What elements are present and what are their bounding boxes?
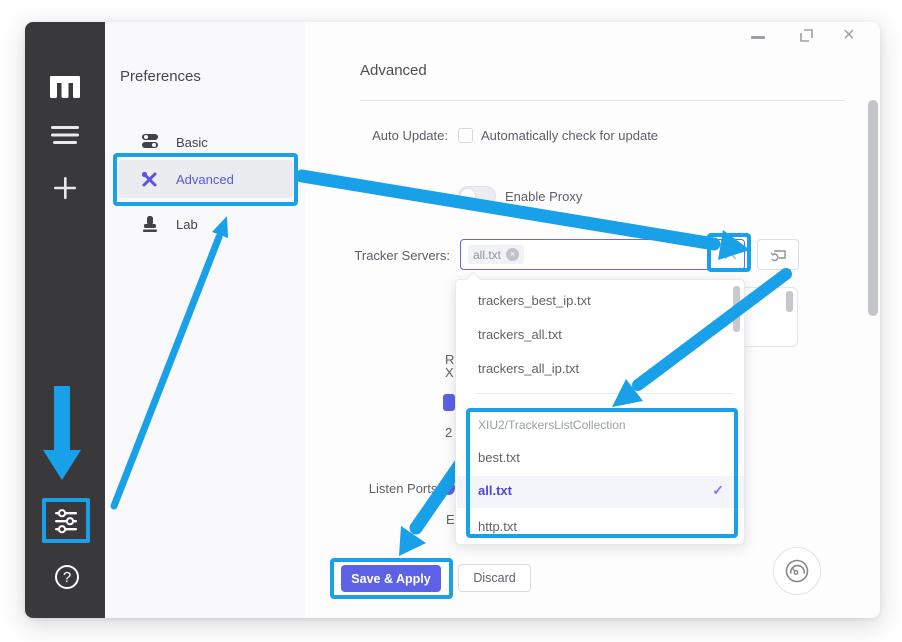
- textarea-scrollbar[interactable]: [786, 291, 793, 312]
- dropdown-divider: [476, 393, 734, 394]
- sync-icon: [770, 247, 787, 262]
- annotation-box-settings: [42, 498, 90, 543]
- bg-fragment-chip: [443, 394, 455, 411]
- app-window: ? Preferences Basic Advanced: [25, 22, 880, 618]
- dropdown-item[interactable]: trackers_best_ip.txt: [478, 293, 591, 308]
- dropdown-caret: [466, 272, 482, 288]
- screenshot-root: ? Preferences Basic Advanced: [0, 0, 902, 642]
- nav-item-lab[interactable]: Lab: [118, 207, 293, 241]
- basic-toggles-icon: [141, 132, 159, 150]
- annotation-box-group: [466, 408, 738, 538]
- lab-stamp-icon: [142, 215, 158, 233]
- proxy-label: Proxy:: [340, 189, 448, 204]
- help-glyph: ?: [63, 569, 71, 586]
- bg-fragment-chip: [443, 481, 455, 495]
- toggle-knob: [460, 188, 476, 204]
- add-task-icon[interactable]: [51, 174, 79, 202]
- annotation-box-save: [330, 558, 453, 599]
- close-button[interactable]: ×: [843, 24, 855, 47]
- auto-update-checkbox[interactable]: [458, 128, 473, 143]
- tracker-select[interactable]: all.txt ×: [460, 239, 745, 270]
- bg-fragment-text: E: [446, 512, 455, 527]
- tag-remove-icon[interactable]: ×: [506, 248, 519, 261]
- panel-title: Preferences: [120, 68, 201, 85]
- bg-fragment-text: 2: [445, 425, 452, 440]
- tracker-servers-label: Tracker Servers:: [330, 248, 450, 263]
- preferences-panel: Preferences Basic Advanced: [105, 22, 305, 618]
- nav-item-label: Lab: [176, 217, 198, 232]
- auto-update-text: Automatically check for update: [481, 128, 658, 143]
- listen-ports-label: Listen Ports:: [335, 481, 441, 496]
- motrix-logo-icon: [49, 74, 81, 102]
- dropdown-item[interactable]: trackers_all.txt: [478, 327, 562, 342]
- tag-label: all.txt: [473, 248, 501, 262]
- annotation-box-chevron: [707, 233, 751, 272]
- speedometer-icon: [784, 558, 810, 584]
- maximize-button[interactable]: [800, 29, 813, 42]
- discard-label: Discard: [473, 571, 515, 585]
- sync-trackers-button[interactable]: [757, 239, 799, 270]
- dropdown-item[interactable]: trackers_all_ip.txt: [478, 361, 579, 376]
- title-divider: [360, 100, 845, 101]
- auto-update-label: Auto Update:: [340, 128, 448, 143]
- dropdown-scrollbar[interactable]: [733, 286, 740, 332]
- minimize-button[interactable]: [751, 36, 765, 39]
- task-list-icon[interactable]: [50, 125, 80, 145]
- page-title: Advanced: [360, 62, 427, 79]
- annotation-box-advanced: [113, 153, 298, 206]
- bg-fragment-text: X: [445, 365, 454, 380]
- close-glyph: ×: [843, 24, 855, 46]
- main-scrollbar[interactable]: [868, 100, 878, 316]
- proxy-text: Enable Proxy: [505, 189, 582, 204]
- nav-item-label: Basic: [176, 135, 208, 150]
- proxy-toggle[interactable]: [458, 186, 496, 206]
- discard-button[interactable]: Discard: [458, 564, 531, 592]
- selected-tag: all.txt ×: [468, 245, 524, 264]
- help-icon[interactable]: ?: [55, 565, 79, 589]
- speed-limit-button[interactable]: [773, 547, 821, 595]
